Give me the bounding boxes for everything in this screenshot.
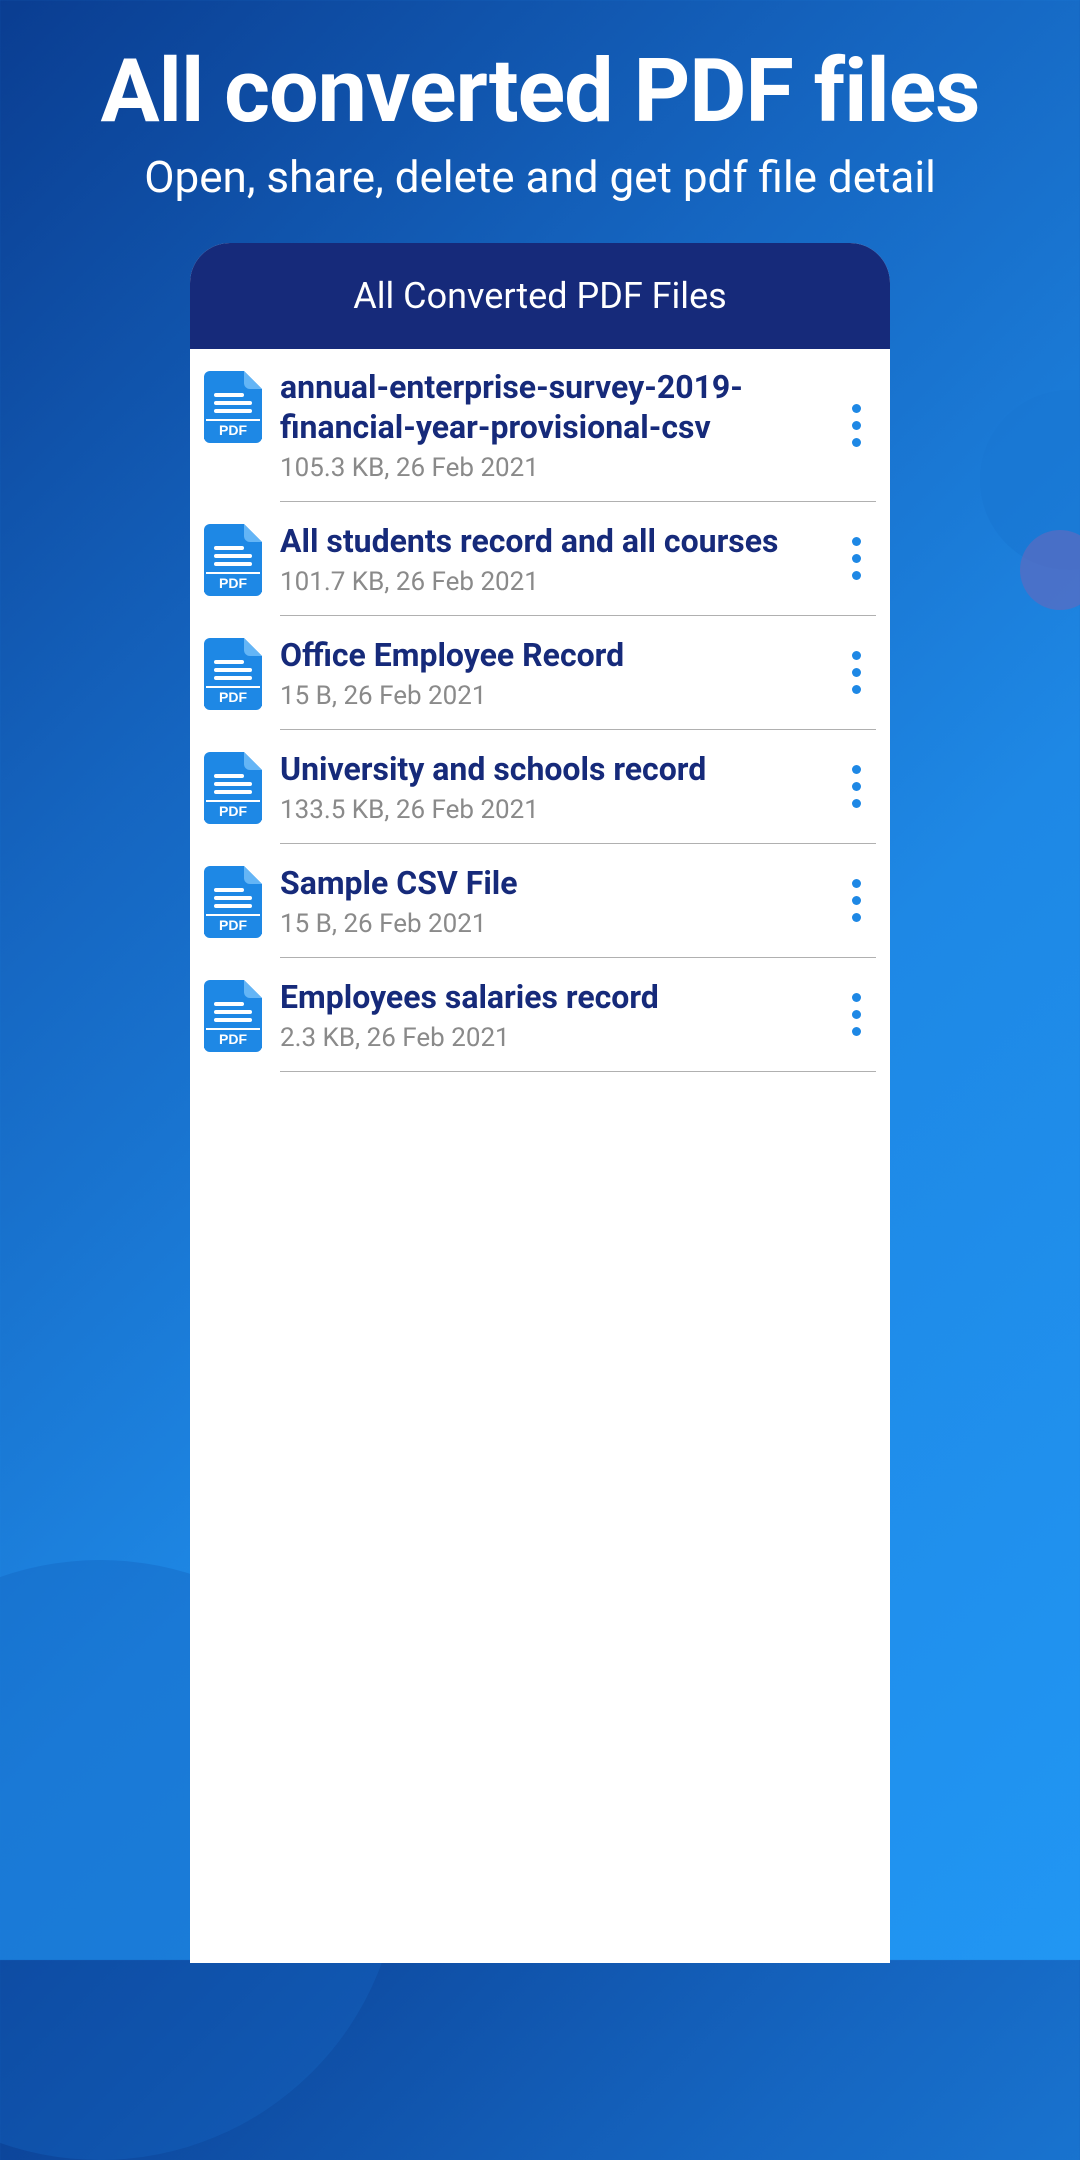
item-body: University and schools record 133.5 KB, … [280, 748, 876, 844]
item-text: All students record and all courses 101.… [280, 521, 826, 597]
item-body: All students record and all courses 101.… [280, 520, 876, 616]
file-meta: 2.3 KB, 26 Feb 2021 [280, 1023, 826, 1053]
file-title: annual-enterprise-survey-2019-financial-… [280, 367, 826, 447]
file-title: Sample CSV File [280, 863, 826, 903]
list-item[interactable]: PDF Sample CSV File 15 B, 26 Feb 2021 [190, 844, 890, 958]
file-meta: 133.5 KB, 26 Feb 2021 [280, 795, 826, 825]
file-meta: 15 B, 26 Feb 2021 [280, 681, 826, 711]
pdf-file-icon: PDF [204, 371, 262, 443]
page-title: All converted PDF files [0, 40, 1080, 143]
file-meta: 105.3 KB, 26 Feb 2021 [280, 453, 826, 483]
svg-text:PDF: PDF [219, 803, 247, 819]
page-subtitle: Open, share, delete and get pdf file det… [0, 151, 1080, 203]
list-item[interactable]: PDF Office Employee Record 15 B, 26 Feb … [190, 616, 890, 730]
item-body: annual-enterprise-survey-2019-financial-… [280, 367, 876, 502]
svg-text:PDF: PDF [219, 1031, 247, 1047]
more-options-icon[interactable] [836, 529, 876, 589]
item-body: Sample CSV File 15 B, 26 Feb 2021 [280, 862, 876, 958]
item-text: Office Employee Record 15 B, 26 Feb 2021 [280, 635, 826, 711]
file-list: PDF annual-enterprise-survey-2019-financ… [190, 349, 890, 1072]
files-card: All Converted PDF Files PDF annual-enter… [190, 243, 890, 1963]
card-header: All Converted PDF Files [190, 243, 890, 349]
more-options-icon[interactable] [836, 985, 876, 1045]
file-title: University and schools record [280, 749, 826, 789]
file-meta: 15 B, 26 Feb 2021 [280, 909, 826, 939]
svg-text:PDF: PDF [219, 689, 247, 705]
svg-text:PDF: PDF [219, 575, 247, 591]
file-title: All students record and all courses [280, 521, 826, 561]
file-meta: 101.7 KB, 26 Feb 2021 [280, 567, 826, 597]
file-title: Employees salaries record [280, 977, 826, 1017]
pdf-file-icon: PDF [204, 866, 262, 938]
item-text: Employees salaries record 2.3 KB, 26 Feb… [280, 977, 826, 1053]
svg-text:PDF: PDF [219, 917, 247, 933]
item-body: Office Employee Record 15 B, 26 Feb 2021 [280, 634, 876, 730]
item-text: annual-enterprise-survey-2019-financial-… [280, 367, 826, 483]
item-body: Employees salaries record 2.3 KB, 26 Feb… [280, 976, 876, 1072]
more-options-icon[interactable] [836, 643, 876, 703]
more-options-icon[interactable] [836, 395, 876, 455]
list-item[interactable]: PDF University and schools record 133.5 … [190, 730, 890, 844]
more-options-icon[interactable] [836, 871, 876, 931]
list-item[interactable]: PDF All students record and all courses … [190, 502, 890, 616]
file-title: Office Employee Record [280, 635, 826, 675]
item-text: University and schools record 133.5 KB, … [280, 749, 826, 825]
list-item[interactable]: PDF Employees salaries record 2.3 KB, 26… [190, 958, 890, 1072]
item-text: Sample CSV File 15 B, 26 Feb 2021 [280, 863, 826, 939]
list-item[interactable]: PDF annual-enterprise-survey-2019-financ… [190, 349, 890, 502]
pdf-file-icon: PDF [204, 980, 262, 1052]
more-options-icon[interactable] [836, 757, 876, 817]
pdf-file-icon: PDF [204, 638, 262, 710]
svg-text:PDF: PDF [219, 422, 247, 438]
pdf-file-icon: PDF [204, 752, 262, 824]
pdf-file-icon: PDF [204, 524, 262, 596]
